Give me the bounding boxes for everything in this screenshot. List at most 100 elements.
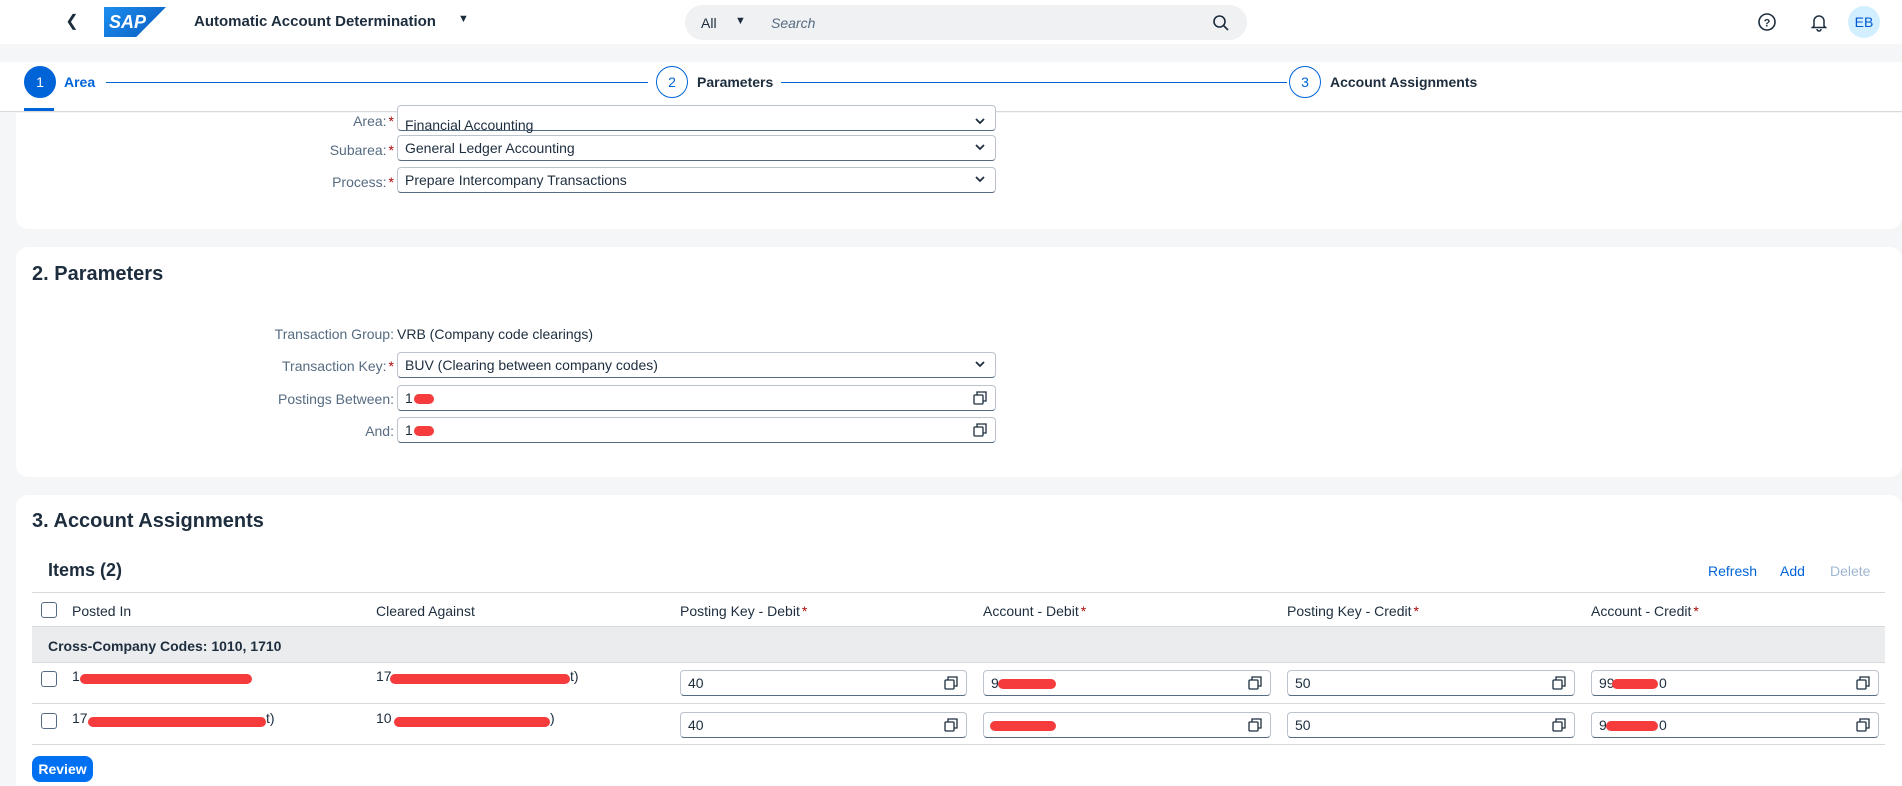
chevron-down-icon[interactable] [973,114,987,128]
value-help-icon[interactable] [944,718,958,732]
chevron-down-icon[interactable] [973,357,987,371]
value-help-icon[interactable] [973,391,987,405]
wizard-connector [106,82,648,83]
account-debit-input[interactable]: 9 [983,670,1271,696]
notification-bell-icon[interactable] [1809,12,1829,32]
subarea-select[interactable]: General Ledger Accounting [397,135,996,161]
group-label: Cross-Company Codes: 1010, 1710 [48,638,282,654]
postings-between-value: 1 [405,390,413,406]
back-icon[interactable]: ❮ [62,12,82,32]
row-checkbox[interactable] [41,671,57,687]
value-help-icon[interactable] [1248,676,1262,690]
value-help-icon[interactable] [944,676,958,690]
parameters-section: 2. Parameters Transaction Group: VRB (Co… [16,247,1902,477]
value-help-icon[interactable] [1248,718,1262,732]
account-credit-input[interactable]: 99 0 [1591,670,1879,696]
area-label: Area: * [353,113,394,129]
section-title: 3. Account Assignments [32,510,264,532]
row-checkbox[interactable] [41,713,57,729]
table-header: Posted In Cleared Against Posting Key - … [32,592,1885,627]
search-input[interactable]: Search [771,15,815,31]
redaction [394,717,550,727]
posting-key-debit-value: 40 [688,717,704,733]
column-header-account-credit[interactable]: Account - Credit * [1591,603,1699,619]
search-scope[interactable]: All [701,15,717,31]
and-value: 1 [405,422,413,438]
select-all-checkbox[interactable] [41,602,57,618]
posting-key-credit-input[interactable]: 50 [1287,670,1575,696]
account-credit-suffix: 0 [1659,717,1667,733]
group-header-row[interactable]: Cross-Company Codes: 1010, 1710 [32,627,1885,663]
section-title: 2. Parameters [32,263,164,285]
avatar[interactable]: EB [1848,6,1880,38]
chevron-down-icon[interactable]: ▼ [735,15,746,27]
column-header-posting-key-debit[interactable]: Posting Key - Debit * [680,603,807,619]
svg-text:?: ? [1764,18,1771,30]
chevron-down-icon[interactable] [973,140,987,154]
redaction [1606,721,1658,731]
shell-bar: ❮ SAP Automatic Account Determination ▼ … [0,0,1902,44]
redaction [390,674,570,684]
posting-key-credit-input[interactable]: 50 [1287,712,1575,738]
add-button[interactable]: Add [1780,563,1805,579]
wizard-step-1-circle[interactable]: 1 [24,66,56,98]
account-credit-suffix: 0 [1659,675,1667,691]
column-header-posting-key-credit[interactable]: Posting Key - Credit * [1287,603,1419,619]
area-section: Area: * Financial Accounting Subarea: * Ge… [16,105,1902,229]
refresh-button[interactable]: Refresh [1708,563,1757,579]
column-header-posted-in[interactable]: Posted In [72,603,131,619]
posting-key-debit-value: 40 [688,675,704,691]
postings-between-label: Postings Between: [278,391,394,407]
process-value: Prepare Intercompany Transactions [405,172,627,188]
value-help-icon[interactable] [1856,718,1870,732]
wizard-step-1-label[interactable]: Area [64,74,95,90]
posted-in-cell: 17 [72,710,88,726]
transaction-key-label: Transaction Key: * [282,358,394,374]
subarea-label: Subarea: * [329,142,394,158]
table-row[interactable]: 1 17 t) 40 9 50 99 0 [32,663,1885,704]
table-row[interactable]: 17 t) 10 ) 40 50 9 0 [32,704,1885,745]
chevron-down-icon[interactable] [973,172,987,186]
redaction [80,674,252,684]
search-icon[interactable] [1212,14,1230,32]
posting-key-debit-input[interactable]: 40 [680,670,967,696]
transaction-group-value: VRB (Company code clearings) [397,326,594,342]
posting-key-credit-value: 50 [1295,717,1311,733]
cleared-against-suffix: t) [570,668,579,684]
and-input[interactable]: 1 [397,417,996,443]
help-icon[interactable]: ? [1757,12,1777,32]
value-help-icon[interactable] [1552,718,1566,732]
search-bar[interactable]: All ▼ Search [685,5,1247,40]
column-header-account-debit[interactable]: Account - Debit * [983,603,1086,619]
transaction-key-select[interactable]: BUV (Clearing between company codes) [397,352,996,378]
transaction-key-value: BUV (Clearing between company codes) [405,357,658,373]
wizard-step-3-circle[interactable]: 3 [1289,66,1321,98]
account-credit-input[interactable]: 9 0 [1591,712,1879,738]
sap-logo[interactable]: SAP [104,7,166,37]
value-help-icon[interactable] [1856,676,1870,690]
value-help-icon[interactable] [973,423,987,437]
column-header-cleared-against[interactable]: Cleared Against [376,603,475,619]
chevron-down-icon[interactable]: ▼ [458,13,469,25]
review-button[interactable]: Review [32,756,93,782]
active-step-indicator [24,108,54,111]
process-label: Process: * [332,174,394,190]
wizard-step-2-circle[interactable]: 2 [656,66,688,98]
app-title[interactable]: Automatic Account Determination [194,13,436,30]
value-help-icon[interactable] [1552,676,1566,690]
area-value: Financial Accounting [405,117,534,133]
account-debit-input[interactable] [983,712,1271,738]
cleared-against-cell: 17 [376,668,392,684]
posted-in-cell: 1 [72,668,80,684]
wizard-step-2-label[interactable]: Parameters [697,74,773,90]
posted-in-suffix: t) [266,710,275,726]
delete-button[interactable]: Delete [1830,563,1870,579]
posting-key-debit-input[interactable]: 40 [680,712,967,738]
cleared-against-suffix: ) [550,710,555,726]
area-select[interactable]: Financial Accounting [397,105,996,133]
process-select[interactable]: Prepare Intercompany Transactions [397,167,996,193]
wizard-step-3-label[interactable]: Account Assignments [1330,74,1477,90]
postings-between-input[interactable]: 1 [397,385,996,411]
items-title: Items (2) [48,560,123,580]
posting-key-credit-value: 50 [1295,675,1311,691]
